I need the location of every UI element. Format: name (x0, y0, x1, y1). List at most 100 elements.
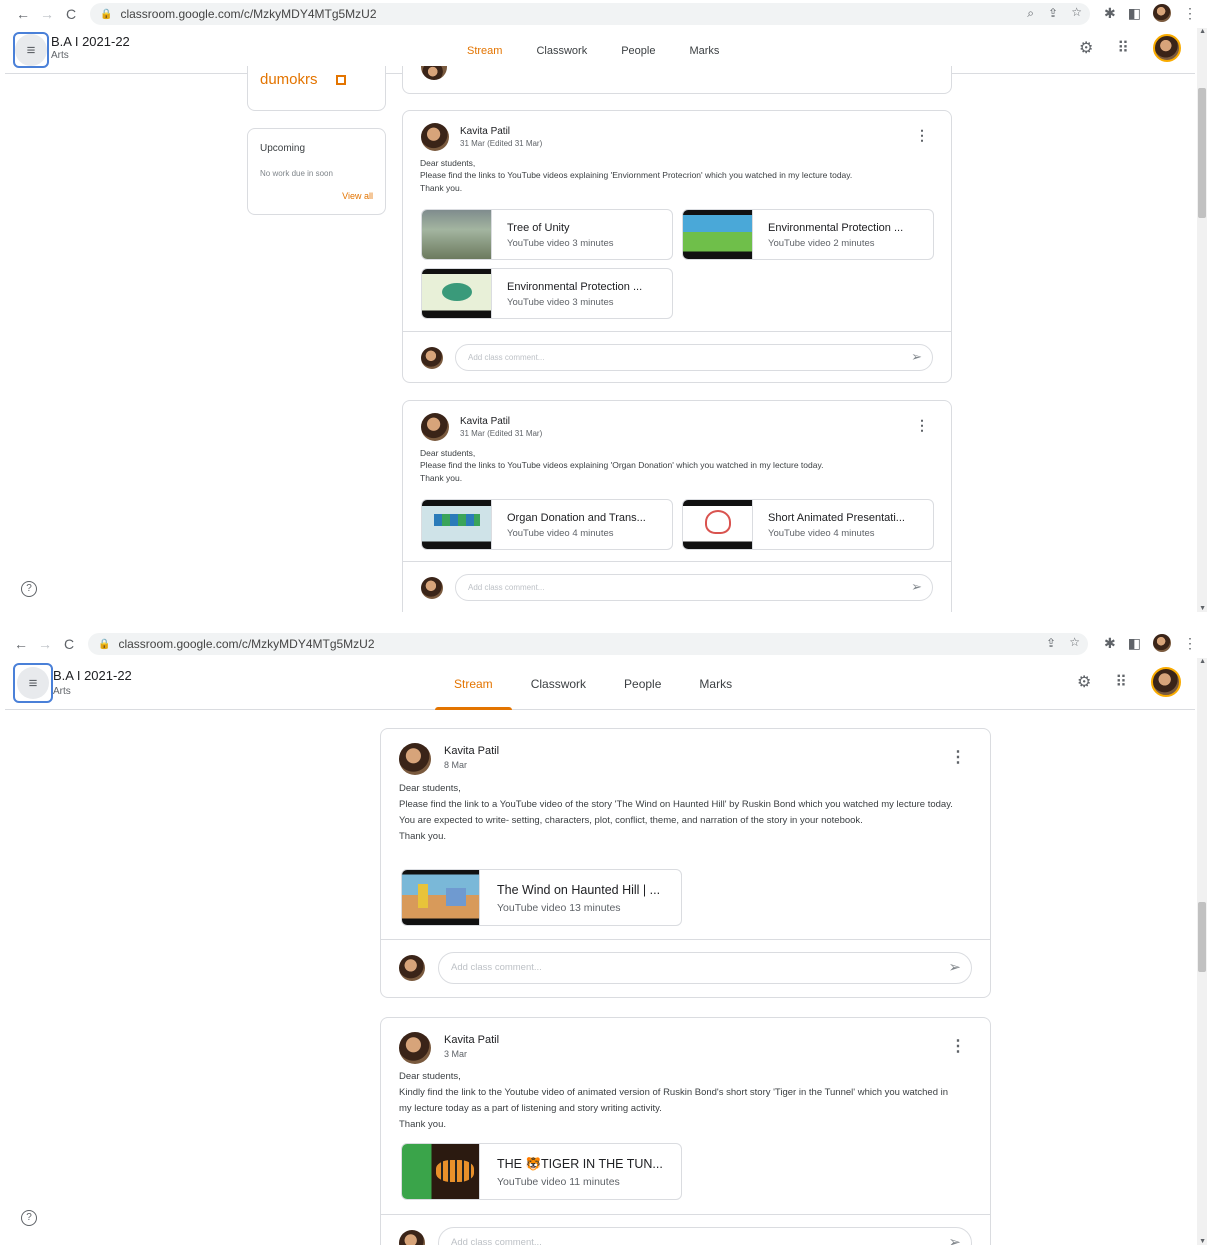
attachment-card[interactable]: The Wind on Haunted Hill | ... YouTube v… (401, 869, 682, 926)
attachment-meta: YouTube video 3 minutes (507, 297, 614, 308)
scrollbar-thumb[interactable] (1198, 902, 1206, 972)
attachment-title: Tree of Unity (507, 222, 570, 234)
main-menu-button[interactable]: ≡ (13, 32, 49, 68)
class-title[interactable]: B.A I 2021-22 (51, 34, 130, 49)
comment-placeholder: Add class comment... (468, 583, 545, 592)
help-icon[interactable]: ? (21, 581, 37, 597)
reload-icon[interactable]: C (60, 6, 82, 22)
scrollbar-thumb[interactable] (1198, 88, 1206, 218)
more-vert-icon[interactable]: ⋮ (950, 747, 966, 767)
post-body-line: Thank you. (420, 182, 463, 193)
post-body: Dear students, Please find the link to a… (399, 781, 974, 845)
post-body-line: Please find the links to YouTube videos … (420, 170, 853, 181)
main-menu-button[interactable]: ≡ (13, 663, 53, 703)
more-vert-icon[interactable]: ⋮ (915, 127, 929, 144)
post-card: Kavita Patil 31 Mar (Edited 31 Mar) ⋮ De… (402, 110, 952, 383)
send-icon[interactable]: ➢ (948, 958, 961, 976)
class-code: dumokrs (260, 71, 318, 88)
scrollbar[interactable]: ▲ ▼ (1197, 658, 1207, 1245)
scroll-up-icon[interactable]: ▲ (1199, 28, 1206, 35)
extensions-icon[interactable]: ✱ (1104, 5, 1116, 22)
apps-grid-icon[interactable]: ⠿ (1117, 38, 1129, 58)
help-icon[interactable]: ? (21, 1210, 37, 1226)
comment-placeholder: Add class comment... (451, 1237, 542, 1245)
video-thumbnail (683, 210, 753, 259)
attachment-card[interactable]: Environmental Protection ... YouTube vid… (682, 209, 934, 260)
more-vert-icon[interactable]: ⋮ (915, 417, 929, 434)
browser-toolbar: ← → C 🔒 classroom.google.com/c/MzkyMDY4M… (0, 0, 1209, 28)
author-avatar (421, 123, 449, 151)
video-thumbnail (422, 210, 492, 259)
upcoming-empty-text: No work due in soon (260, 169, 333, 178)
forward-icon[interactable]: → (36, 6, 58, 22)
post-body-line: Please find the links to YouTube videos … (420, 460, 824, 471)
gear-icon[interactable]: ⚙ (1079, 38, 1093, 58)
author-avatar (399, 1032, 431, 1064)
menu-icon: ≡ (15, 34, 47, 66)
profile-avatar[interactable] (1153, 634, 1171, 652)
commenter-avatar (399, 955, 425, 981)
video-thumbnail (402, 870, 480, 925)
comment-input[interactable]: Add class comment... ➢ (455, 344, 933, 371)
class-title[interactable]: B.A I 2021-22 (53, 668, 132, 683)
back-icon[interactable]: ← (10, 636, 32, 652)
attachment-card[interactable]: Organ Donation and Trans... YouTube vide… (421, 499, 673, 550)
upcoming-title: Upcoming (260, 143, 306, 154)
comment-input[interactable]: Add class comment... ➢ (438, 952, 972, 984)
post-card: Kavita Patil 8 Mar ⋮ Dear students, Plea… (380, 728, 991, 998)
more-vert-icon[interactable]: ⋮ (950, 1036, 966, 1056)
scroll-down-icon[interactable]: ▼ (1199, 1238, 1206, 1245)
side-panel-icon[interactable]: ◧ (1128, 5, 1141, 22)
reload-icon[interactable]: C (58, 636, 80, 652)
post-body-line: Thank you. (399, 1119, 446, 1130)
upcoming-card: Upcoming No work due in soon View all (247, 128, 386, 215)
post-body-line: Dear students, (399, 783, 461, 794)
tab-people[interactable]: People (605, 658, 680, 710)
tab-stream[interactable]: Stream (435, 658, 512, 710)
scroll-up-icon[interactable]: ▲ (1199, 658, 1206, 665)
share-icon[interactable]: ⇪ (1048, 6, 1058, 20)
account-avatar[interactable] (1151, 667, 1181, 697)
comment-input[interactable]: Add class comment... ➢ (455, 574, 933, 601)
send-icon[interactable]: ➢ (911, 579, 922, 595)
forward-icon[interactable]: → (34, 636, 56, 652)
zoom-icon[interactable]: ⌕ (1027, 6, 1034, 21)
profile-avatar[interactable] (1153, 4, 1171, 22)
screenshot-separator (0, 612, 1209, 630)
attachment-title: Environmental Protection ... (507, 281, 643, 293)
lock-icon: 🔒 (100, 8, 113, 20)
bookmark-star-icon[interactable]: ☆ (1069, 635, 1080, 649)
share-icon[interactable]: ⇪ (1046, 636, 1056, 650)
video-thumbnail (683, 500, 753, 549)
comment-input[interactable]: Add class comment... ➢ (438, 1227, 972, 1245)
gear-icon[interactable]: ⚙ (1077, 672, 1091, 692)
address-bar[interactable]: 🔒 classroom.google.com/c/MzkyMDY4MTg5MzU… (88, 633, 1088, 655)
bookmark-star-icon[interactable]: ☆ (1071, 5, 1082, 19)
scroll-down-icon[interactable]: ▼ (1199, 605, 1206, 612)
account-avatar[interactable] (1153, 34, 1181, 62)
tab-marks[interactable]: Marks (680, 658, 751, 710)
class-code-card: dumokrs (247, 66, 386, 111)
scrollbar[interactable]: ▲ ▼ (1197, 28, 1207, 612)
screenshot-bottom: ← → C 🔒 classroom.google.com/c/MzkyMDY4M… (0, 630, 1209, 1245)
address-bar[interactable]: 🔒 classroom.google.com/c/MzkyMDY4MTg5MzU… (90, 3, 1090, 25)
send-icon[interactable]: ➢ (911, 349, 922, 365)
attachment-card[interactable]: Tree of Unity YouTube video 3 minutes (421, 209, 673, 260)
attachment-card[interactable]: Short Animated Presentati... YouTube vid… (682, 499, 934, 550)
side-panel-icon[interactable]: ◧ (1128, 635, 1141, 652)
back-icon[interactable]: ← (12, 6, 34, 22)
attachment-card[interactable]: THE 🐯TIGER IN THE TUN... YouTube video 1… (401, 1143, 682, 1200)
commenter-avatar (421, 577, 443, 599)
browser-menu-icon[interactable]: ⋮ (1183, 5, 1197, 22)
browser-menu-icon[interactable]: ⋮ (1183, 635, 1197, 652)
tab-classwork[interactable]: Classwork (512, 658, 605, 710)
post-date: 31 Mar (Edited 31 Mar) (460, 429, 543, 438)
send-icon[interactable]: ➢ (948, 1233, 961, 1245)
post-author: Kavita Patil (460, 126, 511, 137)
fullscreen-icon[interactable] (336, 75, 346, 85)
extensions-icon[interactable]: ✱ (1104, 635, 1116, 652)
lock-icon: 🔒 (98, 638, 111, 650)
apps-grid-icon[interactable]: ⠿ (1115, 672, 1127, 692)
view-all-link[interactable]: View all (342, 191, 373, 201)
attachment-card[interactable]: Environmental Protection ... YouTube vid… (421, 268, 673, 319)
